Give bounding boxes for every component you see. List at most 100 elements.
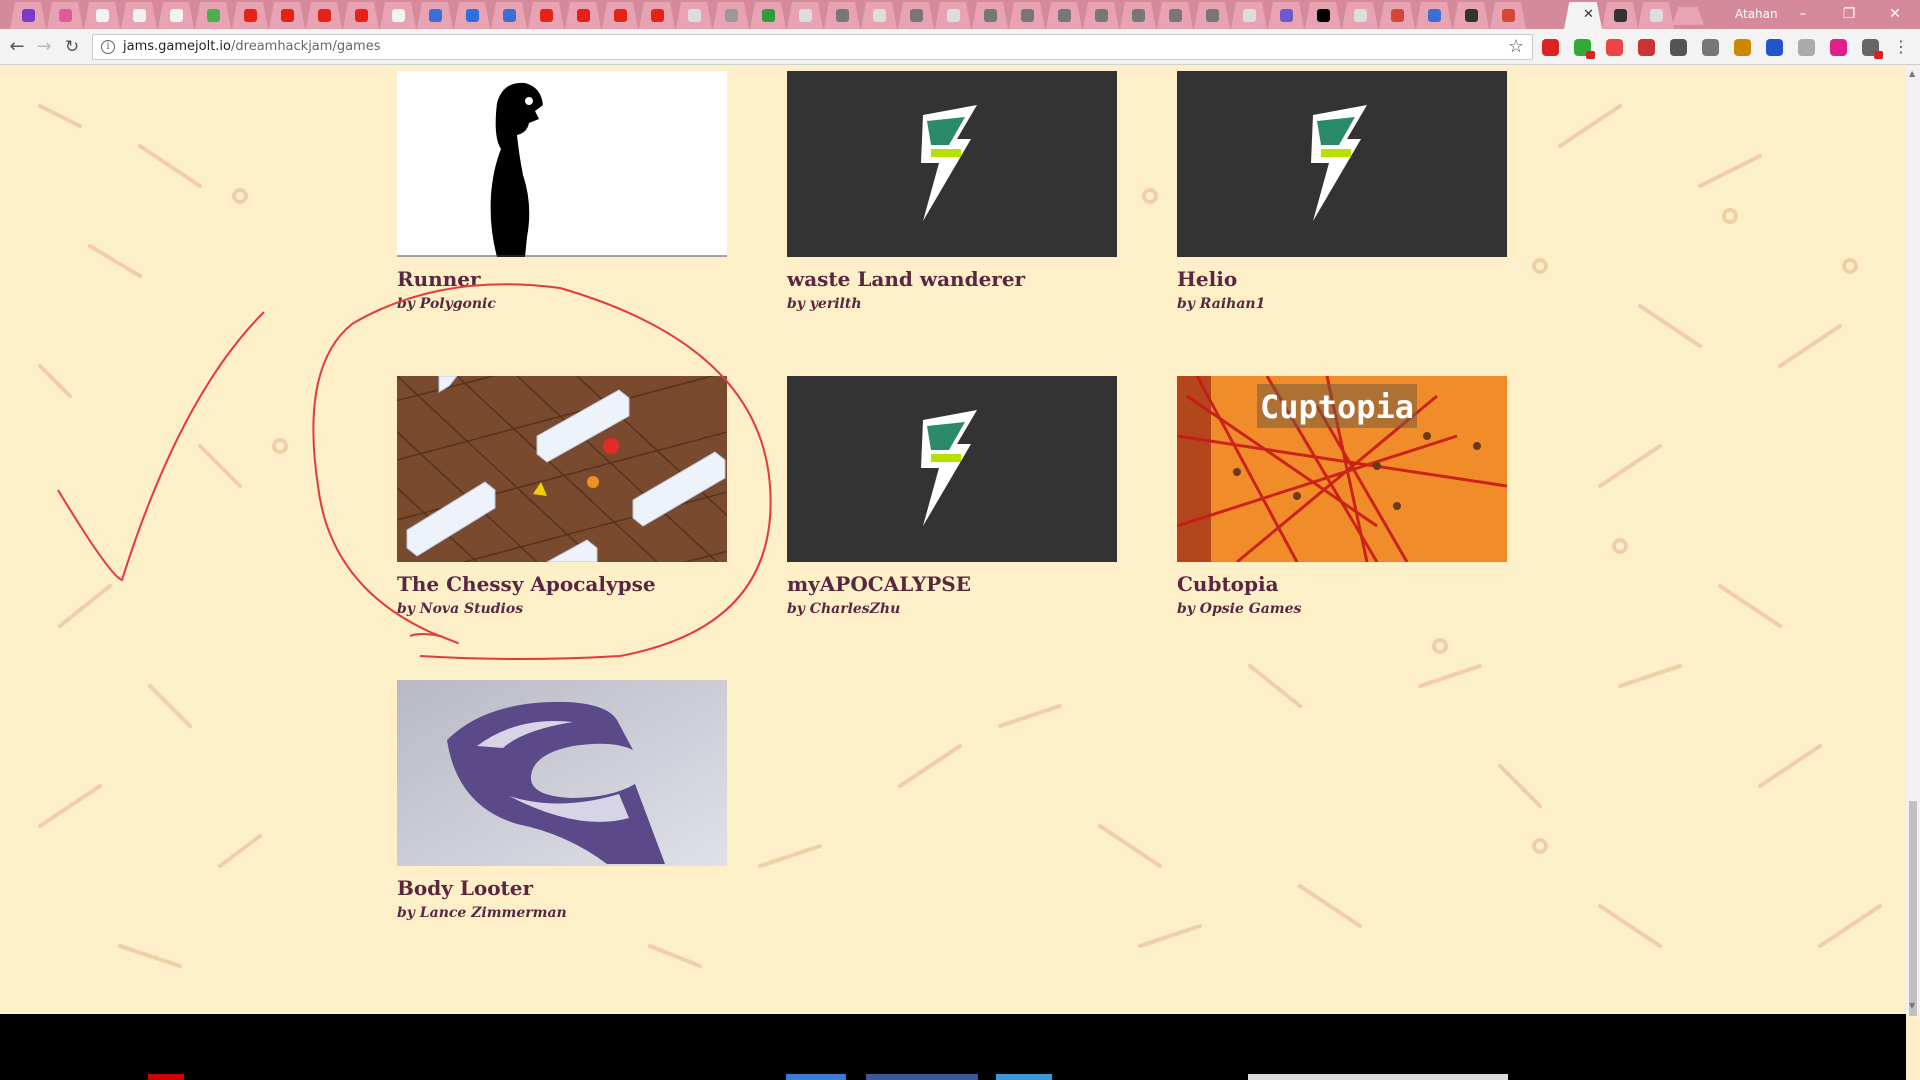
browser-tab[interactable]	[1120, 2, 1156, 29]
extension-icon[interactable]	[1734, 39, 1751, 56]
browser-tab[interactable]	[491, 2, 527, 29]
browser-tab[interactable]	[454, 2, 490, 29]
site-info-icon[interactable]: i	[101, 40, 115, 54]
tab-favicon-icon	[22, 9, 35, 22]
close-tab-icon[interactable]: ✕	[1583, 7, 1594, 22]
browser-tab[interactable]	[602, 2, 638, 29]
browser-tab[interactable]	[1379, 2, 1415, 29]
url-path: /dreamhackjam/games	[231, 39, 381, 54]
tab-strip: ✕ Atahan – ❐ ✕	[0, 0, 1920, 29]
page-footer	[0, 1014, 1906, 1080]
browser-tab[interactable]	[528, 2, 564, 29]
close-window-button[interactable]: ✕	[1872, 3, 1918, 25]
browser-tab[interactable]	[1602, 2, 1638, 29]
tab-favicon-icon	[281, 9, 294, 22]
forward-icon[interactable]: →	[32, 35, 56, 59]
browser-tab[interactable]	[1416, 2, 1452, 29]
notification-badge	[1586, 51, 1595, 59]
tab-favicon-icon	[1391, 9, 1404, 22]
browser-tab[interactable]	[676, 2, 712, 29]
extension-icon[interactable]	[1862, 39, 1883, 59]
tab-favicon-icon	[207, 9, 220, 22]
browser-tab[interactable]	[343, 2, 379, 29]
scroll-up-icon[interactable]: ▲	[1909, 69, 1915, 78]
tab-favicon-icon	[725, 9, 738, 22]
tab-favicon-icon	[651, 9, 664, 22]
browser-tab[interactable]	[121, 2, 157, 29]
browser-tab[interactable]	[269, 2, 305, 29]
browser-tab[interactable]	[195, 2, 231, 29]
browser-tab[interactable]	[1490, 2, 1526, 29]
browser-tab[interactable]	[306, 2, 342, 29]
browser-tab[interactable]	[1268, 2, 1304, 29]
new-tab-button[interactable]	[1672, 7, 1704, 25]
browser-tab[interactable]	[1305, 2, 1341, 29]
adblock-icon[interactable]	[1542, 39, 1559, 56]
browser-tab[interactable]	[1638, 2, 1674, 29]
extension-icon[interactable]	[1798, 39, 1815, 56]
minimize-button[interactable]: –	[1780, 3, 1826, 25]
tab-favicon-icon	[1354, 9, 1367, 22]
camera-icon[interactable]	[1702, 39, 1719, 56]
tab-favicon-icon	[540, 9, 553, 22]
tab-favicon-icon	[1650, 9, 1663, 22]
browser-tab[interactable]	[750, 2, 786, 29]
browser-tab[interactable]	[1342, 2, 1378, 29]
browser-tab[interactable]	[1009, 2, 1045, 29]
url-text: jams.gamejolt.io/dreamhackjam/games	[123, 39, 380, 54]
browser-tab[interactable]	[898, 2, 934, 29]
chrome-menu-icon[interactable]: ⋮	[1893, 37, 1909, 56]
games-page: Runner by Polygonic waste Land wanderer …	[0, 66, 1906, 1014]
restore-button[interactable]: ❐	[1826, 3, 1872, 25]
tab-favicon-icon	[910, 9, 923, 22]
reload-icon[interactable]: ↻	[60, 35, 84, 59]
tab-favicon-icon	[392, 9, 405, 22]
browser-tab-active[interactable]: ✕	[1564, 2, 1602, 29]
browser-tab[interactable]	[380, 2, 416, 29]
bookmark-star-icon[interactable]: ☆	[1508, 36, 1524, 57]
browser-tab[interactable]	[824, 2, 860, 29]
back-icon[interactable]: ←	[5, 35, 29, 59]
tab-favicon-icon	[762, 9, 775, 22]
checkmark-annotation	[57, 311, 265, 582]
browser-tab[interactable]	[158, 2, 194, 29]
browser-tab[interactable]	[1194, 2, 1230, 29]
profile-name[interactable]: Atahan	[1735, 7, 1778, 21]
extension-icon[interactable]	[1766, 39, 1783, 56]
address-bar[interactable]: i jams.gamejolt.io/dreamhackjam/games ☆	[92, 34, 1533, 60]
browser-tab[interactable]	[565, 2, 601, 29]
browser-tab[interactable]	[1231, 2, 1267, 29]
extension-icon[interactable]	[1638, 39, 1655, 56]
browser-tab[interactable]	[232, 2, 268, 29]
footer-element	[148, 1074, 184, 1080]
footer-element	[866, 1074, 978, 1080]
browser-tab[interactable]	[972, 2, 1008, 29]
extension-icon[interactable]	[1606, 39, 1623, 56]
browser-tab[interactable]	[84, 2, 120, 29]
browser-tab[interactable]	[639, 2, 675, 29]
browser-tab[interactable]	[935, 2, 971, 29]
scroll-thumb[interactable]	[1909, 801, 1917, 1016]
browser-tab[interactable]	[713, 2, 749, 29]
tab-favicon-icon	[799, 9, 812, 22]
browser-tab[interactable]	[1046, 2, 1082, 29]
tab-favicon-icon	[244, 9, 257, 22]
tab-favicon-icon	[355, 9, 368, 22]
browser-tab[interactable]	[47, 2, 83, 29]
scroll-down-icon[interactable]: ▼	[1909, 1001, 1915, 1010]
footer-element	[786, 1074, 846, 1080]
browser-tab[interactable]	[1157, 2, 1193, 29]
extension-icon[interactable]	[1830, 39, 1847, 56]
browser-tab[interactable]	[10, 2, 46, 29]
browser-tab[interactable]	[417, 2, 453, 29]
browser-tab[interactable]	[1453, 2, 1489, 29]
tab-favicon-icon	[836, 9, 849, 22]
browser-tab[interactable]	[861, 2, 897, 29]
page-scrollbar[interactable]: ▲ ▼	[1906, 66, 1920, 1016]
tab-favicon-icon	[1058, 9, 1071, 22]
browser-tab[interactable]	[787, 2, 823, 29]
browser-tab[interactable]	[1083, 2, 1119, 29]
extension-icon[interactable]	[1670, 39, 1687, 56]
extension-icon[interactable]	[1574, 39, 1595, 59]
tab-favicon-icon	[1132, 9, 1145, 22]
